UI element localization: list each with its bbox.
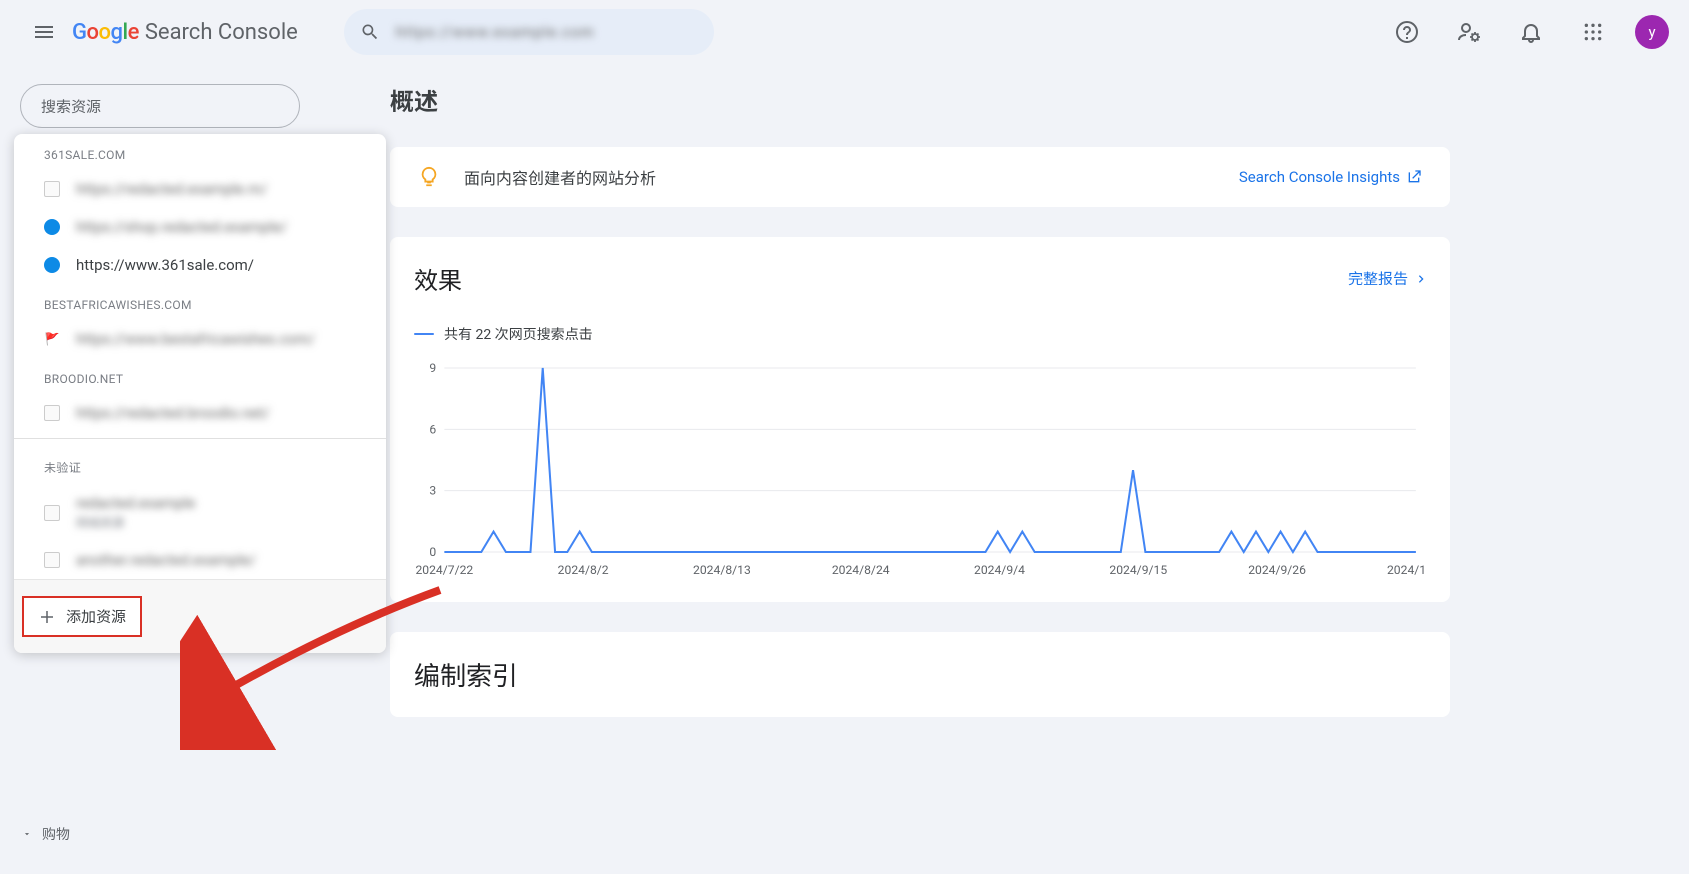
insights-link[interactable]: Search Console Insights [1239, 168, 1422, 186]
user-settings-button[interactable] [1449, 12, 1489, 52]
insights-banner: 面向内容创建者的网站分析 Search Console Insights [390, 147, 1450, 207]
property-item[interactable]: another.redacted.example/ [14, 541, 386, 579]
svg-text:6: 6 [429, 422, 436, 436]
favicon-icon [44, 219, 60, 235]
user-settings-icon [1457, 20, 1481, 44]
svg-text:2024/8/13: 2024/8/13 [693, 563, 751, 577]
legend-swatch [414, 333, 434, 335]
index-card: 编制索引 [390, 632, 1450, 717]
svg-text:9: 9 [429, 362, 436, 375]
favicon-icon [44, 181, 60, 197]
divider [14, 438, 386, 439]
property-label: https://www.361sale.com/ [76, 256, 254, 274]
dd-section-title: 未验证 [14, 445, 386, 484]
svg-text:2024/7/22: 2024/7/22 [415, 563, 473, 577]
add-property-button[interactable]: 添加资源 [22, 596, 142, 637]
property-label: another.redacted.example/ [76, 551, 256, 569]
dd-section-title: BESTAFRICAWISHES.COM [14, 284, 386, 320]
svg-text:2024/9/4: 2024/9/4 [974, 563, 1025, 577]
hamburger-icon [32, 20, 56, 44]
favicon-icon [44, 257, 60, 273]
property-item[interactable]: 🚩 https://www.bestafricawishes.com/ [14, 320, 386, 358]
property-label: https://www.bestafricawishes.com/ [76, 330, 315, 348]
performance-title: 效果 [414, 261, 462, 296]
property-item[interactable]: https://shop.redacted.example/ [14, 208, 386, 246]
help-icon [1395, 20, 1419, 44]
svg-text:0: 0 [429, 545, 436, 559]
chart-legend: 共有 22 次网页搜索点击 [414, 324, 1426, 344]
chevron-right-icon [1416, 271, 1426, 287]
plus-icon [38, 608, 56, 626]
apps-button[interactable] [1573, 12, 1613, 52]
property-label: https://redacted.broodio.net/ [76, 404, 270, 422]
header-search[interactable]: https://www.example.com [344, 9, 714, 55]
caret-down-icon [22, 829, 32, 839]
dd-section-title: BROODIO.NET [14, 358, 386, 394]
svg-text:2024/8/24: 2024/8/24 [832, 563, 890, 577]
legend-label: 共有 22 次网页搜索点击 [444, 324, 593, 344]
avatar[interactable]: y [1635, 15, 1669, 49]
page-title: 概述 [390, 82, 1689, 117]
svg-text:2024/8/2: 2024/8/2 [558, 563, 609, 577]
dd-section-title: 361SALE.COM [14, 134, 386, 170]
svg-text:3: 3 [429, 484, 436, 498]
property-item[interactable]: https://redacted.example.m/ [14, 170, 386, 208]
logo-google: Google [72, 20, 139, 45]
favicon-icon [44, 505, 60, 521]
favicon-icon [44, 552, 60, 568]
logo-text: Search Console [145, 20, 298, 45]
bell-icon [1519, 20, 1543, 44]
full-report-link[interactable]: 完整报告 [1348, 268, 1426, 289]
property-label: redacted.example [76, 494, 195, 512]
lightbulb-icon [418, 166, 440, 188]
performance-card: 效果 完整报告 共有 22 次网页搜索点击 0 3 6 9 2024/7/22 2024/… [390, 237, 1450, 602]
property-label: https://redacted.example.m/ [76, 180, 267, 198]
favicon-icon [44, 405, 60, 421]
property-item[interactable]: https://redacted.broodio.net/ [14, 394, 386, 432]
open-external-icon [1406, 169, 1422, 185]
property-item[interactable]: https://www.361sale.com/ [14, 246, 386, 284]
logo[interactable]: Google Search Console [72, 20, 298, 45]
index-title: 编制索引 [414, 656, 1426, 693]
performance-chart: 0 3 6 9 2024/7/22 2024/8/2 2024/8/13 2024/8/24 2… [414, 362, 1426, 582]
apps-icon [1583, 22, 1603, 42]
notifications-button[interactable] [1511, 12, 1551, 52]
svg-text:2024/10/7: 2024/10/7 [1387, 563, 1426, 577]
help-button[interactable] [1387, 12, 1427, 52]
property-item[interactable]: redacted.example 网域资源 [14, 484, 386, 541]
menu-button[interactable] [20, 8, 68, 56]
property-search[interactable]: 搜索资源 [20, 84, 300, 128]
property-search-placeholder: 搜索资源 [41, 96, 101, 117]
banner-text: 面向内容创建者的网站分析 [464, 165, 1215, 189]
svg-text:2024/9/26: 2024/9/26 [1248, 563, 1306, 577]
property-dropdown: 361SALE.COM https://redacted.example.m/ … [14, 134, 386, 653]
search-icon [360, 22, 380, 42]
favicon-icon: 🚩 [44, 331, 60, 347]
add-property-label: 添加资源 [66, 606, 126, 627]
svg-text:2024/9/15: 2024/9/15 [1109, 563, 1167, 577]
search-value: https://www.example.com [396, 23, 595, 41]
property-sublabel: 网域资源 [76, 514, 195, 531]
property-label: https://shop.redacted.example/ [76, 218, 287, 236]
sidebar-item-shopping[interactable]: 购物 [22, 824, 70, 844]
